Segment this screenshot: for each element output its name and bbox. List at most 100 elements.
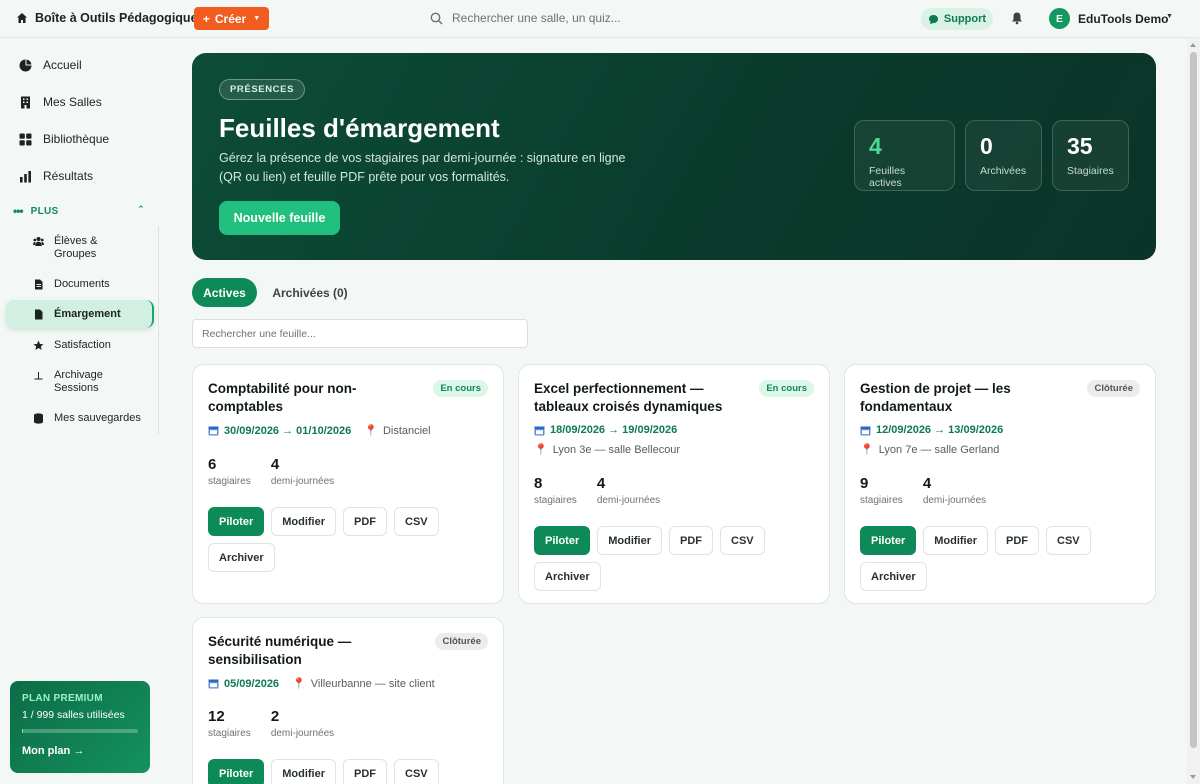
global-search[interactable]: Rechercher une salle, un quiz... <box>430 11 621 25</box>
create-button[interactable]: + Créer ▼ <box>194 7 269 30</box>
create-label: Créer <box>214 11 247 26</box>
half-days-label: demi-journées <box>270 476 335 487</box>
archive-button[interactable]: Archiver <box>208 543 275 572</box>
sidebar-item-emargement[interactable]: Émargement <box>33 308 121 321</box>
pdf-button[interactable]: PDF <box>995 526 1040 555</box>
hero-description: Gérez la présence de vos stagiaires par … <box>219 151 626 184</box>
brand[interactable]: Boîte à Outils Pédagogique <box>16 11 198 25</box>
my-plan-link[interactable]: Mon plan → <box>22 745 138 757</box>
premium-title: PLAN PREMIUM <box>22 693 103 704</box>
csv-button[interactable]: CSV <box>720 526 765 555</box>
trainees-label: stagiaires <box>208 476 251 487</box>
label-line-2: Sessions <box>54 382 99 394</box>
archive-button[interactable]: Archiver <box>860 562 927 591</box>
archive-icon <box>34 372 43 380</box>
sidebar-item-mes-sauvegardes[interactable]: Mes sauvegardes <box>33 412 141 425</box>
pilot-button[interactable]: Piloter <box>534 526 591 555</box>
sidebar-item-label: Mes Salles <box>43 95 102 109</box>
card-actions: Piloter Modifier PDF CSV Archiver <box>860 526 1150 591</box>
sheet-search-input[interactable]: Rechercher une feuille... <box>192 319 528 348</box>
calendar-icon <box>534 426 545 435</box>
sidebar-item-label: Mes sauvegardes <box>54 412 141 424</box>
pilot-button[interactable]: Piloter <box>208 507 265 536</box>
tab-archived[interactable]: Archivées (0) <box>267 278 353 307</box>
edit-button[interactable]: Modifier <box>271 507 337 536</box>
grid-icon <box>19 133 32 145</box>
stat-archived: 0 Archivées <box>965 120 1042 191</box>
archive-button[interactable]: Archiver <box>534 562 601 591</box>
pilot-button[interactable]: Piloter <box>208 759 265 784</box>
card-meta: 30/09/2026 → 01/10/2026 📍 Distanciel <box>208 424 431 437</box>
status-badge: Clôturée <box>1087 380 1140 397</box>
pdf-button[interactable]: PDF <box>343 507 388 536</box>
scrollbar-thumb[interactable] <box>1190 52 1197 748</box>
page-scrollbar[interactable] <box>1187 38 1200 784</box>
user-menu-caret-icon[interactable]: ▼ <box>1166 13 1173 20</box>
trainees-label: stagiaires <box>208 728 251 739</box>
card-title[interactable]: Comptabilité pour non-comptables <box>208 380 418 416</box>
pie-icon <box>19 59 32 71</box>
pdf-button[interactable]: PDF <box>669 526 714 555</box>
card-numbers: 12 stagiaires 2 demi-journées <box>208 708 334 739</box>
card-dates: 18/09/2026 → 19/09/2026 <box>550 424 678 436</box>
scroll-down-arrow-icon[interactable] <box>1190 775 1196 779</box>
calendar-icon <box>860 426 871 435</box>
new-sheet-button[interactable]: Nouvelle feuille <box>219 201 340 235</box>
sidebar-item-satisfaction[interactable]: Satisfaction <box>33 339 111 352</box>
star-icon <box>33 340 44 350</box>
sidebar-item-bibliotheque[interactable]: Bibliothèque <box>19 132 109 146</box>
edit-button[interactable]: Modifier <box>923 526 989 555</box>
card-dates: 30/09/2026 → 01/10/2026 <box>224 424 352 437</box>
sidebar-item-documents[interactable]: Documents <box>33 278 110 291</box>
bell-icon[interactable] <box>1010 11 1024 25</box>
card-actions: Piloter Modifier PDF CSV <box>208 759 498 784</box>
building-icon <box>21 96 30 108</box>
sidebar-item-accueil[interactable]: Accueil <box>19 58 82 72</box>
database-icon <box>34 413 43 424</box>
csv-button[interactable]: CSV <box>394 507 439 536</box>
top-bar: Boîte à Outils Pédagogique + Créer ▼ Rec… <box>0 0 1200 38</box>
status-badge: En cours <box>759 380 814 397</box>
sheet-card: Excel perfectionnement — tableaux croisé… <box>518 364 830 604</box>
card-title[interactable]: Gestion de projet — les fondamentaux <box>860 380 1070 416</box>
card-numbers: 8 stagiaires 4 demi-journées <box>534 475 660 506</box>
pilot-button[interactable]: Piloter <box>860 526 917 555</box>
edit-button[interactable]: Modifier <box>597 526 663 555</box>
scroll-up-arrow-icon[interactable] <box>1190 43 1196 47</box>
edit-button[interactable]: Modifier <box>271 759 337 784</box>
half-days-label: demi-journées <box>270 728 335 739</box>
pdf-button[interactable]: PDF <box>343 759 388 784</box>
user-name[interactable]: EduTools Demo <box>1078 12 1168 26</box>
users-icon <box>33 237 44 246</box>
sheet-card: Comptabilité pour non-comptables En cour… <box>192 364 504 604</box>
stat-value: 35 <box>1067 133 1093 159</box>
trainees-label: stagiaires <box>860 495 903 506</box>
card-title[interactable]: Excel perfectionnement — tableaux croisé… <box>534 380 744 416</box>
hero-badge: PRÉSENCES <box>219 79 306 100</box>
avatar[interactable]: E <box>1049 8 1070 29</box>
sidebar-plus-toggle[interactable]: ••• PLUS ⌃ <box>13 204 153 218</box>
sidebar-item-mes-salles[interactable]: Mes Salles <box>19 95 102 109</box>
chat-icon <box>928 14 938 24</box>
home-icon <box>17 13 27 23</box>
support-label: Support <box>943 13 987 25</box>
sidebar-item-label: Résultats <box>43 169 94 183</box>
card-numbers: 9 stagiaires 4 demi-journées <box>860 475 986 506</box>
premium-usage-bar <box>22 729 138 733</box>
sheet-icon <box>35 309 43 320</box>
sidebar-item-label: Élèves & Groupes <box>54 235 97 261</box>
premium-usage: 1 / 999 salles utilisées <box>22 709 125 721</box>
sidebar-item-eleves-groupes[interactable]: Élèves & Groupes <box>33 235 97 261</box>
sidebar-item-archivage-sessions[interactable]: Archivage Sessions <box>33 369 103 395</box>
card-title[interactable]: Sécurité numérique — sensibilisation <box>208 633 418 669</box>
premium-plan-card: PLAN PREMIUM 1 / 999 salles utilisées Mo… <box>10 681 150 773</box>
support-button[interactable]: Support <box>921 8 993 30</box>
sidebar-item-resultats[interactable]: Résultats <box>19 169 93 183</box>
csv-button[interactable]: CSV <box>394 759 439 784</box>
chevron-up-icon: ⌃ <box>137 204 145 214</box>
csv-button[interactable]: CSV <box>1046 526 1091 555</box>
tab-actives[interactable]: Actives <box>192 278 257 307</box>
stat-active-sheets: 4 Feuilles actives <box>854 120 955 191</box>
search-input[interactable]: Rechercher une salle, un quiz... <box>452 11 621 25</box>
location-pin-icon: 📍 <box>860 444 874 456</box>
